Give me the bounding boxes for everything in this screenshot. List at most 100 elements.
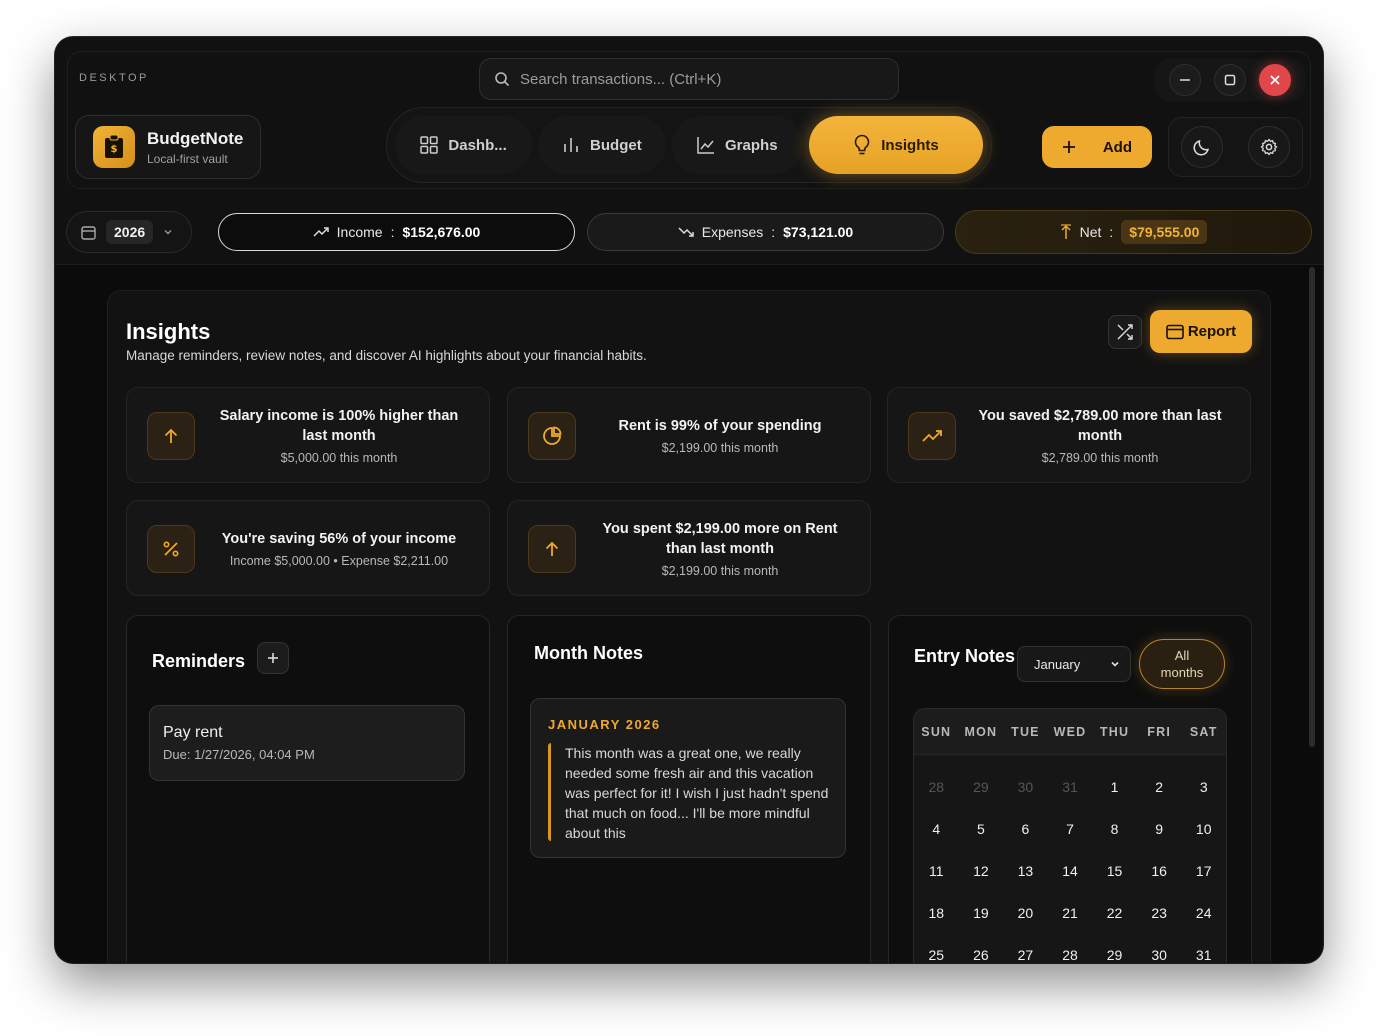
insight-subtitle: $2,199.00 this month bbox=[661, 440, 779, 455]
calendar-weekdays: SUN MON TUE WED THU FRI SAT bbox=[914, 709, 1226, 755]
year-selector[interactable]: 2026 bbox=[66, 211, 192, 253]
trending-up-icon bbox=[313, 226, 329, 238]
tool-group bbox=[1168, 117, 1303, 177]
search-bar[interactable] bbox=[479, 58, 899, 100]
note-text: This month was a great one, we really ne… bbox=[548, 743, 830, 841]
add-reminder-button[interactable] bbox=[257, 642, 290, 674]
weekday-label: THU bbox=[1099, 724, 1130, 739]
calendar-day[interactable]: 30 bbox=[1003, 766, 1048, 808]
moon-icon bbox=[1193, 138, 1211, 156]
calendar-day[interactable]: 29 bbox=[1092, 934, 1137, 963]
calendar-day[interactable]: 17 bbox=[1181, 850, 1226, 892]
calendar-day[interactable]: 26 bbox=[959, 934, 1004, 963]
net-separator: : bbox=[1109, 224, 1114, 240]
calendar-day[interactable]: 5 bbox=[959, 808, 1004, 850]
calendar-day[interactable]: 24 bbox=[1181, 892, 1226, 934]
close-button[interactable] bbox=[1258, 64, 1291, 96]
calendar-day[interactable]: 3 bbox=[1181, 766, 1226, 808]
calendar: SUN MON TUE WED THU FRI SAT 28 29 30 31 1 2 3 4 5 6 7 8 9 1… bbox=[913, 708, 1227, 963]
maximize-button[interactable] bbox=[1213, 64, 1246, 96]
calendar-day[interactable]: 18 bbox=[914, 892, 959, 934]
calendar-day[interactable]: 6 bbox=[1003, 808, 1048, 850]
calendar-day[interactable]: 12 bbox=[959, 850, 1004, 892]
brand-title: BudgetNote bbox=[147, 128, 244, 148]
tab-graphs[interactable]: Graphs bbox=[671, 116, 803, 174]
scrollbar[interactable] bbox=[1309, 267, 1315, 747]
shuffle-icon bbox=[1117, 324, 1133, 340]
calendar-day[interactable]: 30 bbox=[1137, 934, 1182, 963]
brand-subtitle: Local-first vault bbox=[147, 151, 228, 166]
calendar-day[interactable]: 8 bbox=[1092, 808, 1137, 850]
search-input[interactable] bbox=[520, 70, 880, 88]
calendar-day[interactable]: 2 bbox=[1137, 766, 1182, 808]
report-button[interactable]: Report bbox=[1150, 310, 1252, 353]
reminder-item[interactable]: Pay rent Due: 1/27/2026, 04:04 PM bbox=[149, 705, 465, 781]
clipboard-icon: $ bbox=[93, 126, 135, 168]
chevron-down-icon bbox=[1110, 659, 1120, 669]
calendar-day[interactable]: 29 bbox=[959, 766, 1004, 808]
calendar-day[interactable]: 25 bbox=[914, 934, 959, 963]
calendar-day[interactable]: 4 bbox=[914, 808, 959, 850]
calendar-day[interactable]: 7 bbox=[1048, 808, 1093, 850]
calendar-day[interactable]: 16 bbox=[1137, 850, 1182, 892]
tab-dashboard[interactable]: Dashb... bbox=[395, 116, 533, 174]
reminders-title: Reminders bbox=[152, 650, 246, 671]
net-stat[interactable]: Net : $79,555.00 bbox=[955, 210, 1312, 254]
calendar-day[interactable]: 19 bbox=[959, 892, 1004, 934]
calendar-day[interactable]: 15 bbox=[1092, 850, 1137, 892]
gear-icon bbox=[1260, 138, 1278, 156]
minimize-button[interactable] bbox=[1169, 64, 1202, 96]
calendar-day[interactable]: 23 bbox=[1137, 892, 1182, 934]
income-stat[interactable]: Income : $152,676.00 bbox=[218, 213, 575, 251]
selected-month: January bbox=[1034, 656, 1081, 672]
trending-down-icon bbox=[678, 226, 694, 238]
entry-notes-panel: Entry Notes January All months SUN MON TUE… bbox=[888, 615, 1252, 963]
month-select[interactable]: January bbox=[1017, 646, 1131, 682]
plus-icon bbox=[1062, 140, 1076, 154]
calendar-day[interactable]: 27 bbox=[1003, 934, 1048, 963]
bar-chart-icon bbox=[562, 136, 580, 154]
calendar-day[interactable]: 28 bbox=[914, 766, 959, 808]
calendar-day[interactable]: 20 bbox=[1003, 892, 1048, 934]
settings-button[interactable] bbox=[1247, 126, 1290, 168]
weekday-label: FRI bbox=[1147, 724, 1171, 739]
page-title: Insights bbox=[126, 319, 211, 344]
report-label: Report bbox=[1187, 323, 1237, 340]
expenses-stat[interactable]: Expenses : $73,121.00 bbox=[587, 213, 944, 251]
calendar-day[interactable]: 22 bbox=[1092, 892, 1137, 934]
search-icon bbox=[494, 71, 510, 87]
month-notes-panel: Month Notes JANUARY 2026 This month was … bbox=[507, 615, 871, 963]
insight-title: Rent is 99% of your spending bbox=[618, 417, 822, 434]
insight-subtitle: Income $5,000.00 • Expense $2,211.00 bbox=[229, 553, 449, 568]
month-note-card[interactable]: JANUARY 2026 This month was a great one,… bbox=[530, 698, 846, 858]
grid-icon bbox=[420, 136, 439, 154]
month-notes-title: Month Notes bbox=[534, 643, 643, 663]
tab-label: Insights bbox=[881, 136, 939, 154]
tab-budget[interactable]: Budget bbox=[538, 116, 666, 174]
calendar-day[interactable]: 31 bbox=[1048, 766, 1093, 808]
calendar-day[interactable]: 21 bbox=[1048, 892, 1093, 934]
calendar-day[interactable]: 10 bbox=[1181, 808, 1226, 850]
insight-card: You spent $2,199.00 more on Rent than la… bbox=[507, 500, 871, 596]
insight-subtitle: $2,789.00 this month bbox=[1041, 450, 1159, 465]
calendar-day[interactable]: 13 bbox=[1003, 850, 1048, 892]
calendar-day[interactable]: 14 bbox=[1048, 850, 1093, 892]
theme-toggle-button[interactable] bbox=[1181, 126, 1224, 168]
calendar-day[interactable]: 31 bbox=[1181, 934, 1226, 963]
shuffle-button[interactable] bbox=[1108, 315, 1142, 349]
insight-title: Salary income is 100% higher than last m… bbox=[219, 407, 459, 444]
calendar-day[interactable]: 11 bbox=[914, 850, 959, 892]
insight-card: Rent is 99% of your spending $2,199.00 t… bbox=[507, 387, 871, 483]
calendar-day[interactable]: 1 bbox=[1092, 766, 1137, 808]
add-button[interactable]: Add bbox=[1042, 126, 1152, 168]
page-subtitle: Manage reminders, review notes, and disc… bbox=[126, 348, 647, 363]
lightbulb-icon bbox=[853, 134, 871, 156]
calendar-day[interactable]: 28 bbox=[1048, 934, 1093, 963]
reminder-due: Due: 1/27/2026, 04:04 PM bbox=[163, 747, 315, 762]
tab-insights[interactable]: Insights bbox=[808, 116, 983, 174]
calendar-day[interactable]: 9 bbox=[1137, 808, 1182, 850]
all-months-button[interactable]: All months bbox=[1139, 639, 1225, 689]
insight-card: You're saving 56% of your income Income … bbox=[126, 500, 490, 596]
main-nav: Dashb... Budget Graphs Insights bbox=[386, 107, 992, 183]
reminders-panel: Reminders Pay rent Due: 1/27/2026, 04:04… bbox=[126, 615, 490, 963]
